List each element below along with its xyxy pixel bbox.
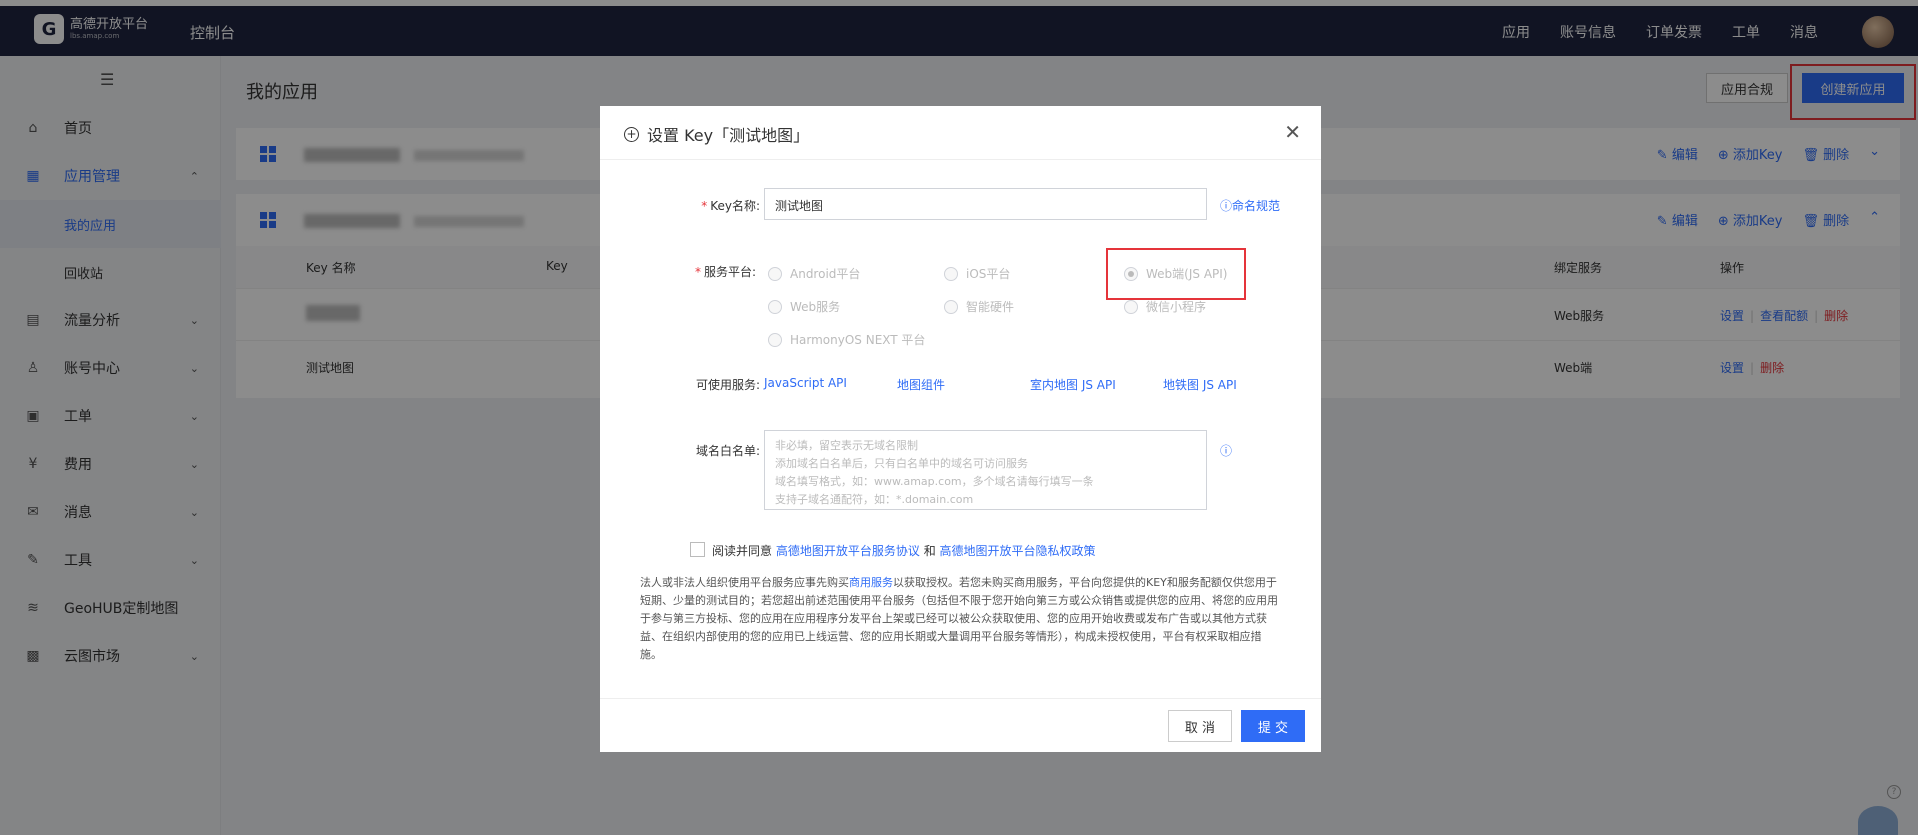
- close-icon[interactable]: ✕: [1284, 120, 1301, 144]
- radio-web-service[interactable]: Web服务: [768, 298, 840, 315]
- dialog-title: + 设置 Key「测试地图」: [624, 122, 809, 146]
- platform-label: * 服务平台:: [694, 265, 756, 279]
- agreement-text: 阅读并同意 高德地图开放平台服务协议 和 高德地图开放平台隐私权政策: [712, 544, 1096, 558]
- agree-checkbox[interactable]: [690, 542, 705, 557]
- key-name-label: * Key名称:: [701, 199, 760, 213]
- service-indoor-map[interactable]: 室内地图 JS API: [1030, 376, 1116, 393]
- naming-rule-link[interactable]: ⓘ命名规范: [1220, 197, 1280, 214]
- domain-whitelist-label: 域名白名单:: [695, 444, 760, 458]
- plus-circle-icon: +: [624, 126, 639, 142]
- radio-wechat-mini[interactable]: 微信小程序: [1124, 298, 1206, 315]
- radio-ios[interactable]: iOS平台: [944, 265, 1010, 282]
- services-label: 可使用服务:: [695, 378, 760, 392]
- legal-notice: 法人或非法人组织使用平台服务应事先购买商用服务以获取授权。若您未购买商用服务，平…: [640, 576, 1278, 661]
- privacy-policy-link[interactable]: 高德地图开放平台隐私权政策: [940, 544, 1096, 558]
- service-javascript-api[interactable]: JavaScript API: [764, 376, 847, 390]
- radio-smart-hardware[interactable]: 智能硬件: [944, 298, 1014, 315]
- domain-whitelist-textarea[interactable]: 非必填，留空表示无域名限制 添加域名白名单后，只有白名单中的域名可访问服务 域名…: [764, 430, 1207, 510]
- service-map-component[interactable]: 地图组件: [897, 376, 945, 393]
- highlight-box: [1106, 248, 1246, 300]
- dialog-header: + 设置 Key「测试地图」 ✕: [600, 106, 1321, 160]
- commercial-service-link[interactable]: 商用服务: [849, 576, 893, 589]
- submit-button[interactable]: 提 交: [1241, 710, 1305, 742]
- service-agreement-link[interactable]: 高德地图开放平台服务协议: [776, 544, 920, 558]
- help-icon[interactable]: ⓘ: [1220, 442, 1232, 459]
- radio-harmonyos[interactable]: HarmonyOS NEXT 平台: [768, 331, 925, 348]
- cancel-button[interactable]: 取 消: [1168, 710, 1232, 742]
- service-subway-map[interactable]: 地铁图 JS API: [1163, 376, 1237, 393]
- set-key-dialog: + 设置 Key「测试地图」 ✕ * Key名称: 测试地图 ⓘ命名规范 * 服务平…: [600, 106, 1321, 752]
- radio-android[interactable]: Android平台: [768, 265, 860, 282]
- key-name-input[interactable]: 测试地图: [764, 188, 1207, 220]
